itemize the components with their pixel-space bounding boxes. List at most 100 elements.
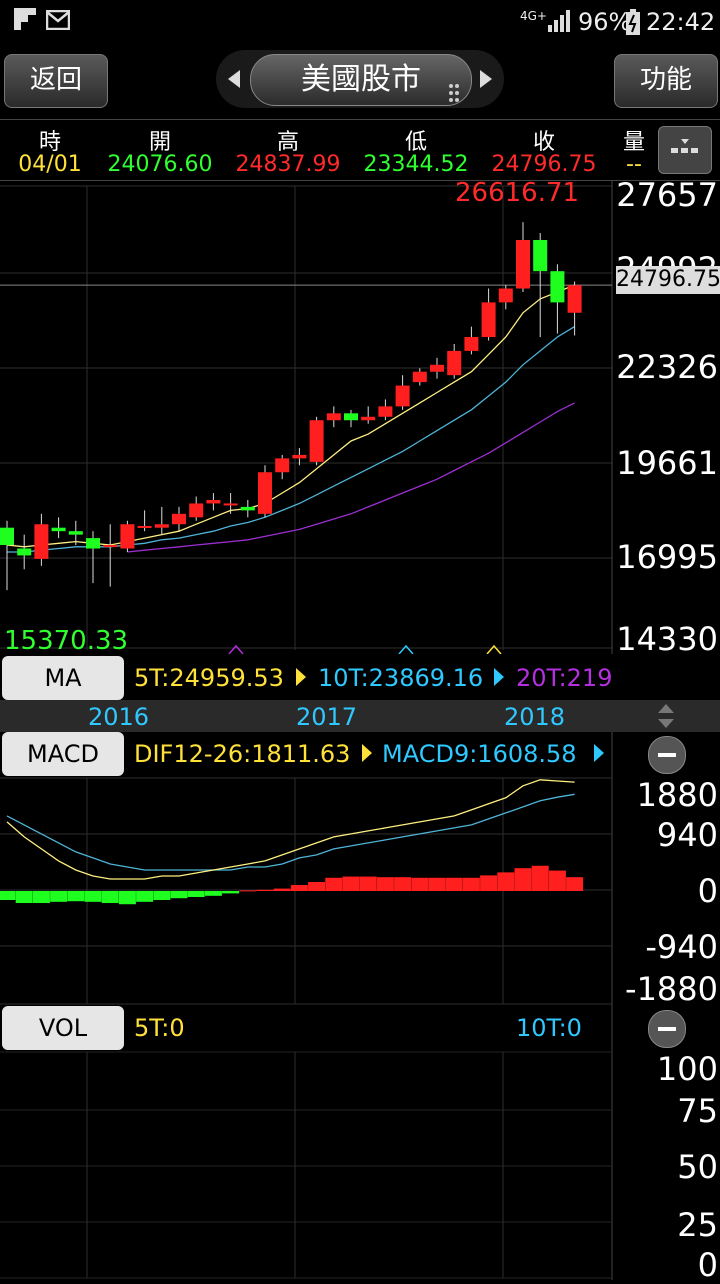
- macd-histogram-bar: [136, 891, 154, 902]
- macd-histogram-bar: [67, 891, 85, 902]
- candle-body: [344, 413, 358, 421]
- vol-collapse-button[interactable]: [648, 1010, 686, 1048]
- candle-body: [275, 458, 290, 473]
- resize-handle-icon[interactable]: [656, 702, 676, 734]
- vol-axis-label: 100: [656, 1050, 718, 1088]
- macd-histogram-bar: [153, 891, 171, 901]
- year-label: 2017: [296, 703, 358, 731]
- macd9-value: MACD9:1608.58: [382, 740, 577, 768]
- macd-axis-label: 940: [656, 816, 718, 854]
- macd-histogram-bar: [480, 875, 498, 891]
- vol10-value: 10T:0: [516, 1014, 582, 1042]
- price-axis-label: 27657: [616, 176, 718, 214]
- macd-histogram-bar: [256, 889, 274, 891]
- candle-body: [481, 302, 496, 338]
- candle-body: [550, 271, 565, 303]
- macd-dif-value: DIF12-26:1811.63: [134, 740, 351, 768]
- dif-line: [6, 779, 575, 880]
- macd-histogram-bar: [0, 891, 16, 901]
- candle-body: [326, 413, 341, 421]
- macd-histogram-bar: [84, 891, 102, 902]
- macd-histogram-bar: [462, 877, 480, 891]
- macd9-arrow-icon: [594, 744, 604, 766]
- ma10-arrow-icon: [494, 668, 504, 690]
- candle-body: [258, 472, 272, 514]
- vol-axis-label: 25: [677, 1206, 718, 1244]
- event-marker: [398, 644, 414, 655]
- macd-histogram-bar: [15, 891, 33, 904]
- candle-body: [154, 524, 169, 528]
- current-price-tag: 24796.75: [616, 266, 720, 294]
- candle-body: [51, 527, 66, 532]
- candle-body: [498, 288, 513, 303]
- candle-body: [0, 527, 14, 546]
- macd-histogram-bar: [445, 877, 463, 891]
- candle-body: [309, 420, 324, 462]
- macd-histogram-bar: [308, 881, 326, 891]
- ma-row: MA 5T:24959.53 10T:23869.16 20T:219: [0, 654, 614, 700]
- vol-axis-label: 75: [677, 1092, 718, 1130]
- ma5-value: 5T:24959.53: [134, 664, 284, 692]
- candle-body: [17, 548, 32, 556]
- macd-histogram-bar: [548, 870, 566, 891]
- macd-histogram-bar: [170, 891, 188, 899]
- candle-body: [464, 337, 479, 351]
- price-axis-label: 14330: [616, 620, 718, 658]
- macd-histogram-bar: [325, 877, 343, 891]
- ma-button[interactable]: MA: [2, 656, 124, 700]
- vol-axis-label: 0: [697, 1246, 718, 1284]
- low-price-label: 15370.33: [4, 626, 129, 656]
- candle-body: [447, 350, 462, 376]
- macd-histogram-bar: [376, 877, 394, 891]
- macd-axis-label: -1880: [625, 970, 718, 1008]
- candle-body: [361, 416, 376, 421]
- price-axis-label: 19661: [616, 444, 718, 482]
- candle-body: [120, 524, 135, 549]
- vol-axis-label: 50: [677, 1148, 718, 1186]
- candle-body: [516, 239, 530, 289]
- candle-body: [172, 513, 186, 525]
- macd-histogram-bar: [222, 891, 240, 894]
- macd-histogram-bar: [531, 865, 549, 891]
- macd-row: MACD DIF12-26:1811.63 MACD9:1608.58: [0, 732, 720, 778]
- macd-histogram-bar: [187, 891, 205, 898]
- macd-histogram-bar: [101, 891, 119, 904]
- candle-body: [567, 285, 582, 313]
- macd-axis-label: 1880: [636, 776, 718, 814]
- macd-histogram-bar: [290, 884, 308, 891]
- macd-collapse-button[interactable]: [648, 736, 686, 774]
- macd-histogram-bar: [566, 877, 584, 891]
- candle-body: [34, 524, 49, 559]
- candle-body: [412, 371, 427, 383]
- macd-histogram-bar: [118, 891, 136, 905]
- macd-histogram-bar: [428, 877, 446, 891]
- ma10-line: [7, 326, 575, 553]
- macd-histogram-bar: [204, 891, 222, 896]
- candle-body: [240, 506, 255, 511]
- candle-body: [378, 406, 393, 417]
- macd-histogram-bar: [239, 890, 257, 892]
- dif-arrow-icon: [362, 744, 372, 766]
- candle-body: [430, 364, 444, 372]
- year-label: 2018: [504, 703, 566, 731]
- macd-histogram-bar: [411, 877, 429, 891]
- macd-histogram-bar: [50, 891, 68, 902]
- candle-body: [533, 239, 548, 272]
- ma10-value: 10T:23869.16: [318, 664, 484, 692]
- ma5-arrow-icon: [296, 668, 306, 690]
- macd-histogram-bar: [342, 876, 360, 891]
- event-marker: [228, 644, 244, 655]
- macd-axis-label: -940: [645, 928, 718, 966]
- candle-body: [292, 454, 307, 459]
- macd-histogram-bar: [514, 868, 532, 891]
- price-axis-label: 16995: [616, 538, 718, 576]
- vol-button[interactable]: VOL: [2, 1006, 124, 1050]
- macd-histogram-bar: [497, 872, 515, 891]
- macd-button[interactable]: MACD: [2, 732, 124, 776]
- vol-row: VOL 5T:0 10T:0: [0, 1006, 720, 1052]
- macd-histogram-bar: [273, 888, 291, 891]
- year-axis[interactable]: 2016 2017 2018: [0, 700, 720, 732]
- candle-body: [395, 385, 410, 407]
- event-marker: [486, 644, 502, 655]
- macd-axis-label: 0: [697, 872, 718, 910]
